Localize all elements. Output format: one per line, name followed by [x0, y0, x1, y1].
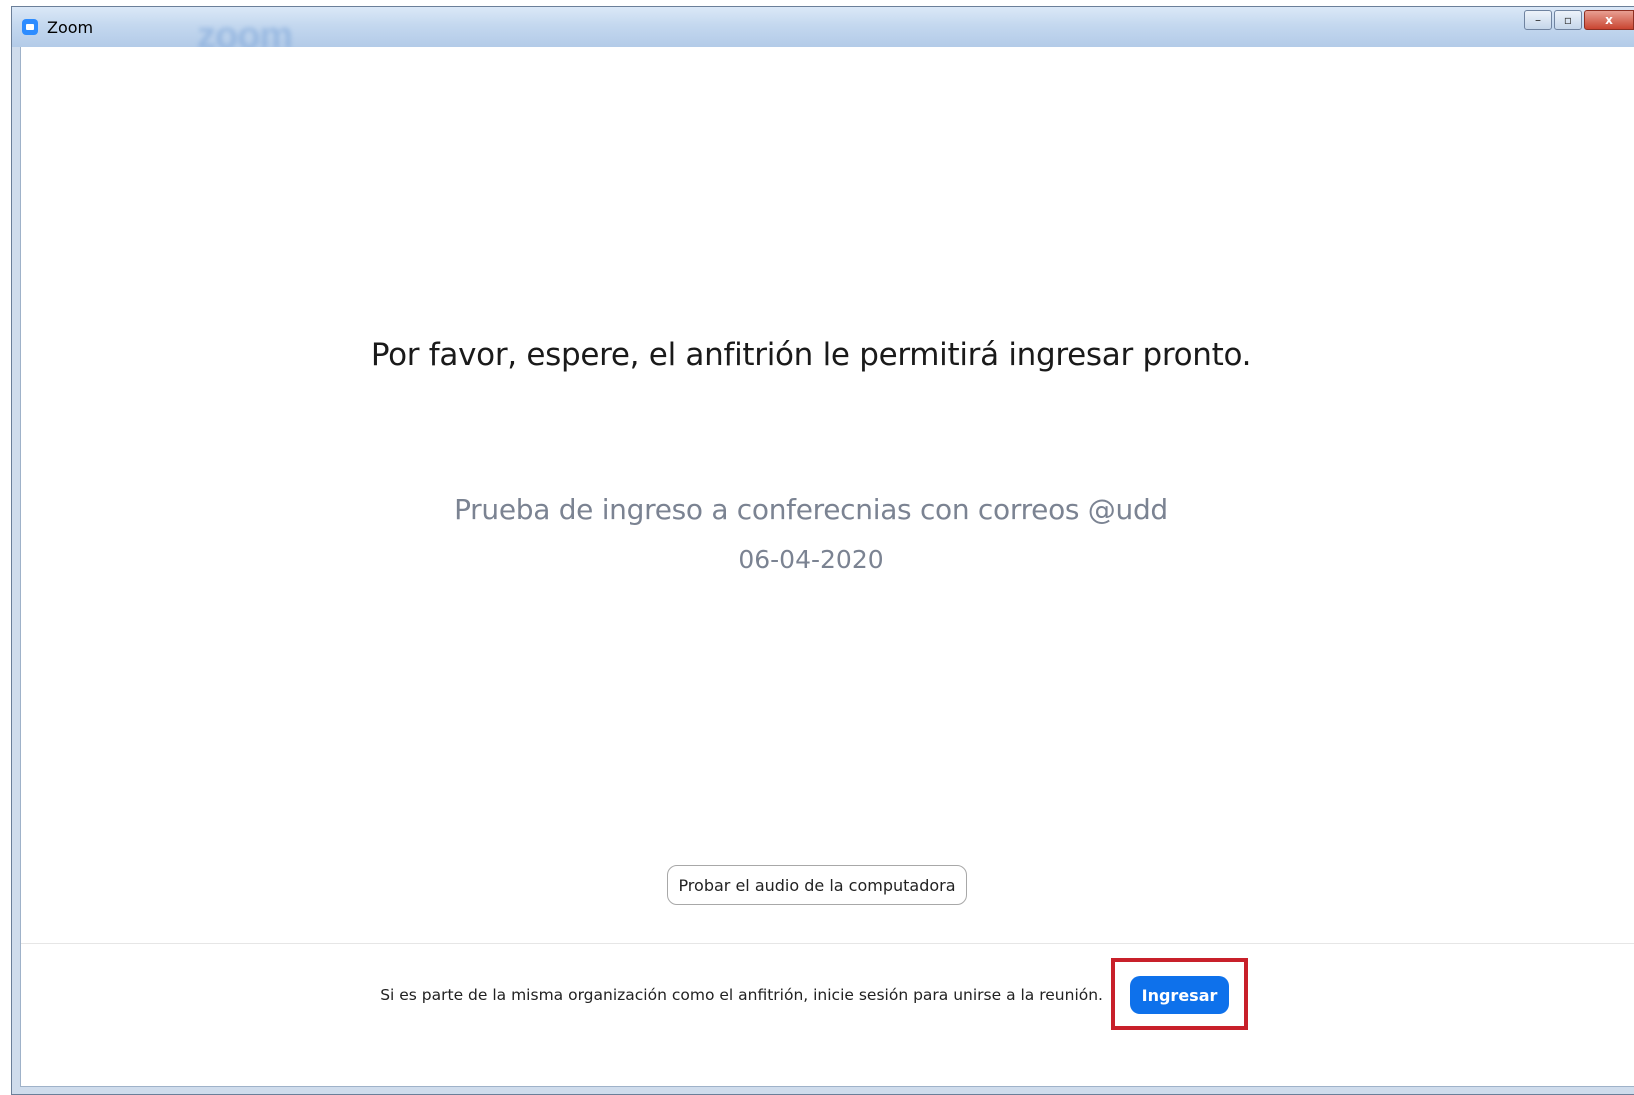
minimize-icon: –: [1535, 13, 1541, 27]
close-icon: x: [1605, 13, 1613, 27]
test-computer-audio-button[interactable]: Probar el audio de la computadora: [667, 865, 967, 905]
signin-button[interactable]: Ingresar: [1130, 976, 1229, 1014]
maximize-button[interactable]: ▫: [1554, 10, 1582, 30]
zoom-logo-icon: [22, 19, 38, 35]
minimize-button[interactable]: –: [1524, 10, 1552, 30]
title-bar[interactable]: Zoom zoom – ▫ x: [12, 7, 1634, 57]
window-controls: – ▫ x: [1522, 10, 1634, 32]
meeting-topic: Prueba de ingreso a conferecnias con cor…: [454, 493, 1168, 526]
waiting-message: Por favor, espere, el anfitrión le permi…: [370, 337, 1252, 373]
signin-prompt: Si es parte de la misma organización com…: [380, 986, 1103, 1004]
footer-divider: [21, 943, 1634, 944]
waiting-room-panel: Por favor, espere, el anfitrión le permi…: [20, 47, 1634, 1087]
maximize-icon: ▫: [1563, 13, 1573, 27]
meeting-date: 06-04-2020: [738, 545, 884, 574]
close-button[interactable]: x: [1584, 10, 1634, 30]
window-title: Zoom: [47, 18, 94, 37]
zoom-window: Zoom zoom – ▫ x Por favor, espere, el an…: [11, 6, 1634, 1095]
